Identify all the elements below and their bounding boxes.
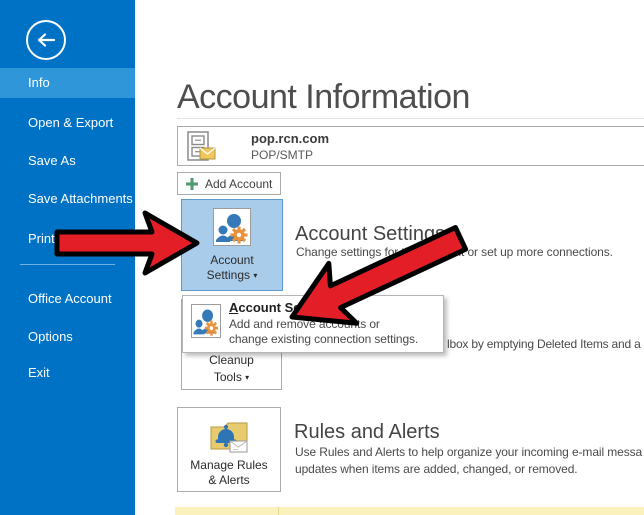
sidebar-item-print[interactable]: Print [0, 226, 135, 252]
cleanup-tools-line1: Cleanup [182, 352, 281, 369]
sidebar-item-office-account[interactable]: Office Account [0, 286, 135, 312]
account-settings-heading: Account Settings [295, 223, 445, 246]
back-arrow-icon [35, 32, 57, 48]
sidebar-divider [20, 264, 115, 265]
mail-account-cabinet-icon [187, 131, 217, 167]
account-settings-button-line2: Settings ▾ [182, 268, 282, 283]
rules-alerts-line2: updates when items are added, changed, o… [295, 462, 578, 476]
add-account-button[interactable]: Add Account [177, 172, 281, 195]
sidebar-item-open-export[interactable]: Open & Export [0, 110, 135, 136]
title-separator [177, 118, 644, 119]
plus-icon [186, 178, 198, 190]
page-title: Account Information [177, 78, 470, 117]
menu-item-account-settings[interactable]: Account Settings... Add and remove accou… [183, 296, 443, 352]
person-gear-icon [213, 208, 251, 246]
menu-item-description-line2: change existing connection settings. [229, 332, 418, 346]
account-settings-description: Change settings for this account or set … [296, 245, 613, 259]
chevron-down-icon: ▾ [253, 271, 257, 280]
strip-divider [278, 507, 279, 515]
sidebar-item-exit[interactable]: Exit [0, 360, 135, 386]
add-account-label: Add Account [205, 177, 272, 191]
account-settings-button[interactable]: Account Settings ▾ [181, 199, 283, 291]
cleanup-tools-line2: Tools ▾ [182, 369, 281, 386]
account-type: POP/SMTP [251, 148, 313, 162]
sidebar-item-save-attachments[interactable]: Save Attachments [0, 186, 135, 212]
bottom-section-strip [175, 507, 644, 515]
sidebar-item-save-as[interactable]: Save As [0, 148, 135, 174]
account-settings-dropdown-menu: Account Settings... Add and remove accou… [182, 295, 444, 353]
account-name: pop.rcn.com [251, 131, 329, 146]
back-button[interactable] [26, 20, 66, 60]
manage-rules-button[interactable]: Manage Rules & Alerts [177, 407, 281, 492]
manage-rules-line2: & Alerts [178, 473, 280, 488]
account-selector[interactable]: pop.rcn.com POP/SMTP [177, 126, 644, 166]
outlook-backstage-window: Info Open & Export Save As Save Attachme… [0, 0, 644, 515]
sidebar-item-options[interactable]: Options [0, 324, 135, 350]
rules-alerts-folder-icon [206, 415, 252, 453]
person-gear-icon [191, 304, 221, 338]
mailbox-cleanup-partial-text: lbox by emptying Deleted Items and a [447, 337, 641, 351]
account-settings-button-line1: Account [182, 253, 282, 268]
menu-item-title: Account Settings... [229, 300, 347, 315]
chevron-down-icon: ▾ [245, 373, 249, 382]
backstage-sidebar: Info Open & Export Save As Save Attachme… [0, 0, 135, 515]
rules-alerts-heading: Rules and Alerts [294, 421, 440, 444]
manage-rules-line1: Manage Rules [178, 458, 280, 473]
sidebar-item-info[interactable]: Info [0, 68, 135, 98]
menu-item-description-line1: Add and remove accounts or [229, 317, 380, 331]
rules-alerts-line1: Use Rules and Alerts to help organize yo… [295, 445, 642, 459]
